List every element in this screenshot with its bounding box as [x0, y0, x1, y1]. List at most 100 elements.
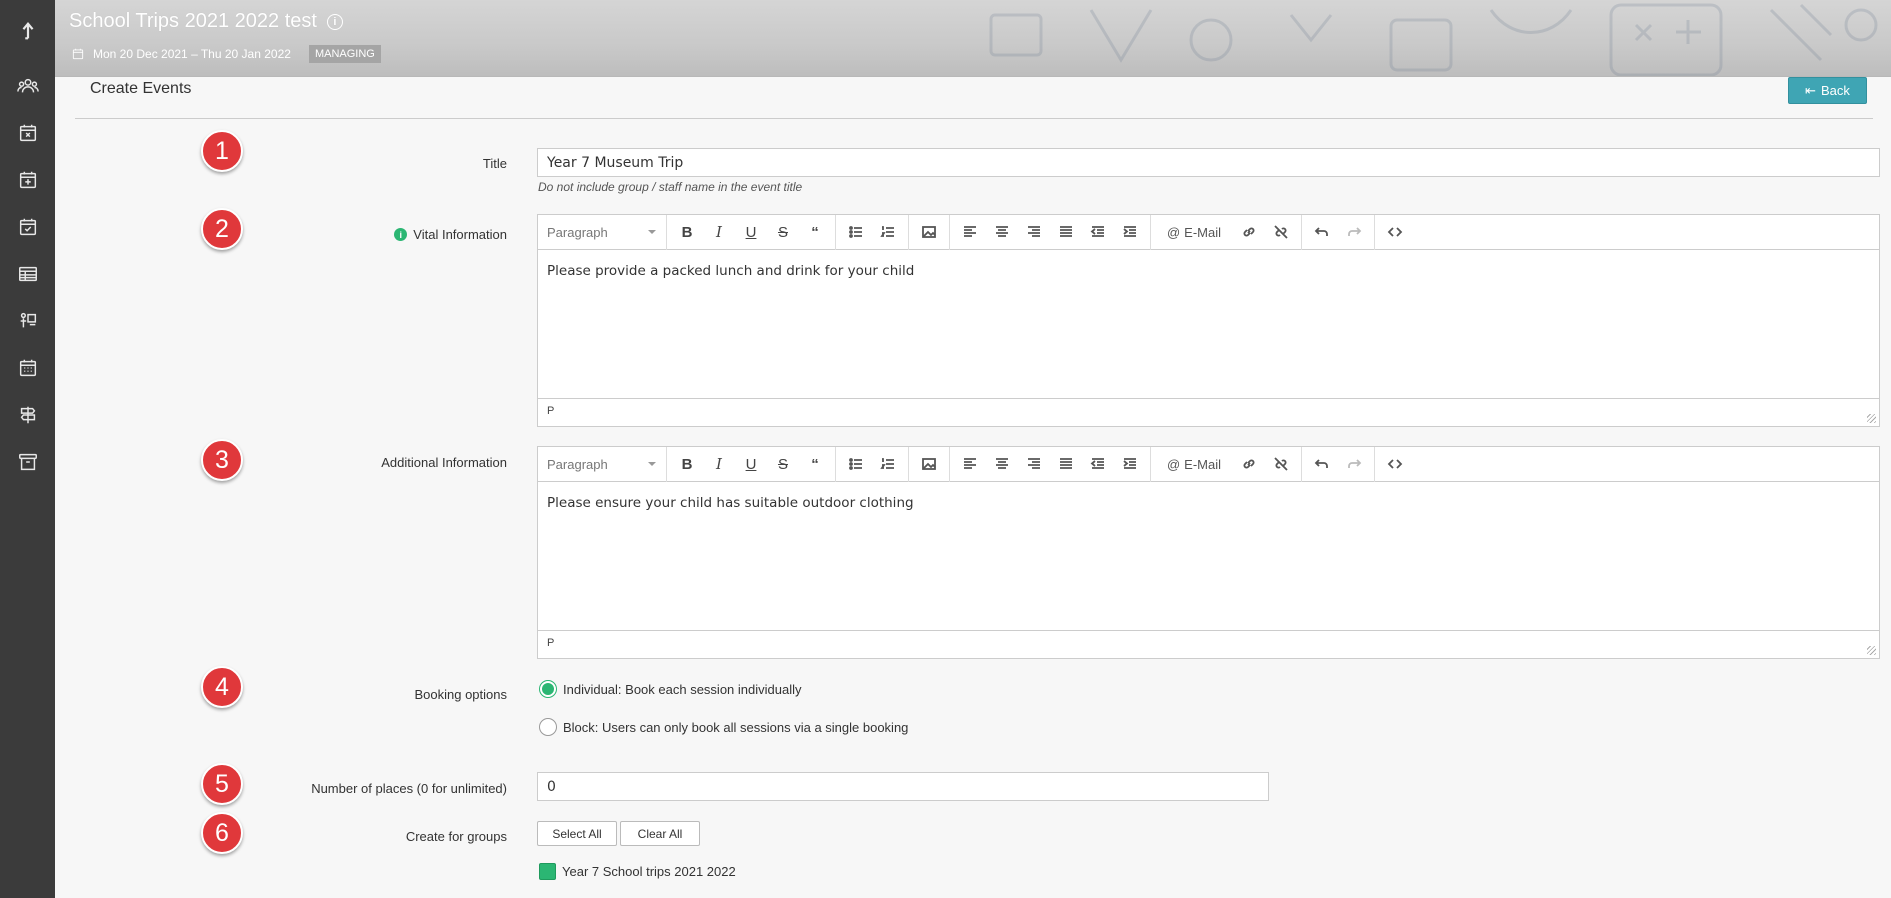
users-icon[interactable]	[0, 62, 55, 109]
header-banner: School Trips 2021 2022 test i Mon 20 Dec…	[55, 0, 1891, 77]
strikethrough-icon[interactable]: S	[767, 450, 799, 478]
redo-icon[interactable]	[1338, 450, 1370, 478]
chevron-down-icon	[648, 462, 656, 466]
format-select-value: Paragraph	[547, 224, 608, 240]
booking-option-block[interactable]: Block: Users can only book all sessions …	[539, 718, 908, 736]
info-icon[interactable]: i	[326, 13, 343, 30]
info-icon[interactable]: i	[394, 228, 408, 241]
at-icon: @	[1166, 456, 1181, 472]
calendar-check-icon[interactable]	[0, 203, 55, 250]
divider	[75, 118, 1873, 119]
vital-information-label: i Vital Information	[394, 227, 507, 242]
italic-icon[interactable]: I	[703, 450, 735, 478]
italic-icon[interactable]: I	[703, 218, 735, 246]
format-select-value: Paragraph	[547, 456, 608, 472]
step-marker-6: 6	[201, 812, 243, 854]
title-help-text: Do not include group / staff name in the…	[538, 180, 803, 194]
bold-icon[interactable]: B	[671, 450, 703, 478]
signpost-icon[interactable]	[0, 391, 55, 438]
chevron-down-icon	[648, 230, 656, 234]
email-link-button[interactable]: @ E-Mail	[1155, 218, 1233, 246]
undo-icon[interactable]	[1306, 218, 1338, 246]
calendar-grid-icon[interactable]	[0, 344, 55, 391]
redo-icon[interactable]	[1338, 218, 1370, 246]
back-button[interactable]: ⇤ Back	[1788, 77, 1867, 104]
number-of-places-input[interactable]: 0	[537, 772, 1269, 801]
numbered-list-icon[interactable]	[872, 450, 904, 478]
bullet-list-icon[interactable]	[840, 218, 872, 246]
bullet-list-icon[interactable]	[840, 450, 872, 478]
email-link-label: E-Mail	[1184, 224, 1222, 240]
underline-icon[interactable]: U	[735, 450, 767, 478]
blockquote-icon[interactable]: “	[799, 450, 831, 478]
create-for-groups-label: Create for groups	[405, 829, 507, 844]
source-code-icon[interactable]	[1379, 450, 1411, 478]
element-path: P	[547, 405, 555, 417]
clear-all-button[interactable]: Clear All	[620, 821, 700, 846]
title-input[interactable]: Year 7 Museum Trip	[537, 148, 1880, 177]
additional-information-label: Additional Information	[381, 455, 507, 470]
align-center-icon[interactable]	[986, 218, 1018, 246]
format-select[interactable]: Paragraph	[542, 225, 662, 240]
image-icon[interactable]	[913, 450, 945, 478]
align-justify-icon[interactable]	[1050, 450, 1082, 478]
align-right-icon[interactable]	[1018, 450, 1050, 478]
link-icon[interactable]	[1233, 450, 1265, 478]
radio-button[interactable]	[539, 718, 557, 736]
number-of-places-label: Number of places (0 for unlimited)	[311, 781, 507, 796]
align-justify-icon[interactable]	[1050, 218, 1082, 246]
table-icon[interactable]	[0, 250, 55, 297]
format-select[interactable]: Paragraph	[542, 457, 662, 472]
email-link-label: E-Mail	[1184, 456, 1222, 472]
email-link-button[interactable]: @ E-Mail	[1155, 450, 1233, 478]
step-marker-3: 3	[201, 439, 243, 481]
at-icon: @	[1166, 224, 1181, 240]
unlink-icon[interactable]	[1265, 218, 1297, 246]
vital-information-textarea[interactable]: Please provide a packed lunch and drink …	[538, 250, 1879, 398]
step-marker-5: 5	[201, 763, 243, 805]
group-item[interactable]: Year 7 School trips 2021 2022	[539, 863, 736, 880]
status-badge: MANAGING	[308, 45, 381, 63]
indent-icon[interactable]	[1114, 218, 1146, 246]
additional-information-textarea[interactable]: Please ensure your child has suitable ou…	[538, 482, 1879, 630]
header-pattern-icon	[989, 3, 1878, 76]
undo-icon[interactable]	[1306, 450, 1338, 478]
calendar-icon	[72, 48, 84, 60]
indent-icon[interactable]	[1114, 450, 1146, 478]
editor-toolbar: Paragraph B I U S “ @ E-Mail	[538, 446, 1879, 482]
align-left-icon[interactable]	[954, 218, 986, 246]
sidebar	[0, 0, 55, 898]
underline-icon[interactable]: U	[735, 218, 767, 246]
resize-grip-icon[interactable]	[1867, 646, 1876, 655]
outdent-icon[interactable]	[1082, 450, 1114, 478]
radio-button[interactable]	[539, 680, 557, 698]
align-right-icon[interactable]	[1018, 218, 1050, 246]
source-code-icon[interactable]	[1379, 218, 1411, 246]
resize-grip-icon[interactable]	[1867, 414, 1876, 423]
unlink-icon[interactable]	[1265, 450, 1297, 478]
calendar-x-icon[interactable]	[0, 109, 55, 156]
outdent-icon[interactable]	[1082, 218, 1114, 246]
numbered-list-icon[interactable]	[872, 218, 904, 246]
link-icon[interactable]	[1233, 218, 1265, 246]
calendar-plus-icon[interactable]	[0, 156, 55, 203]
checkbox[interactable]	[539, 863, 556, 880]
vital-information-editor: Paragraph B I U S “ @ E-Mail Please prov…	[537, 214, 1880, 427]
booking-options-label: Booking options	[414, 687, 507, 702]
additional-information-editor: Paragraph B I U S “ @ E-Mail Please ensu…	[537, 446, 1880, 659]
date-range-text: Mon 20 Dec 2021 – Thu 20 Jan 2022	[93, 47, 291, 61]
editor-statusbar: P	[538, 398, 1879, 426]
strikethrough-icon[interactable]: S	[767, 218, 799, 246]
main-content: Create Events ⇤ Back 1 2 3 4 5 6 Title Y…	[55, 77, 1891, 898]
align-left-icon[interactable]	[954, 450, 986, 478]
arrow-up-icon[interactable]	[0, 0, 55, 62]
title-label: Title	[482, 156, 507, 171]
bold-icon[interactable]: B	[671, 218, 703, 246]
person-board-icon[interactable]	[0, 297, 55, 344]
blockquote-icon[interactable]: “	[799, 218, 831, 246]
booking-option-individual[interactable]: Individual: Book each session individual…	[539, 680, 801, 698]
archive-icon[interactable]	[0, 438, 55, 485]
align-center-icon[interactable]	[986, 450, 1018, 478]
image-icon[interactable]	[913, 218, 945, 246]
select-all-button[interactable]: Select All	[537, 821, 617, 846]
